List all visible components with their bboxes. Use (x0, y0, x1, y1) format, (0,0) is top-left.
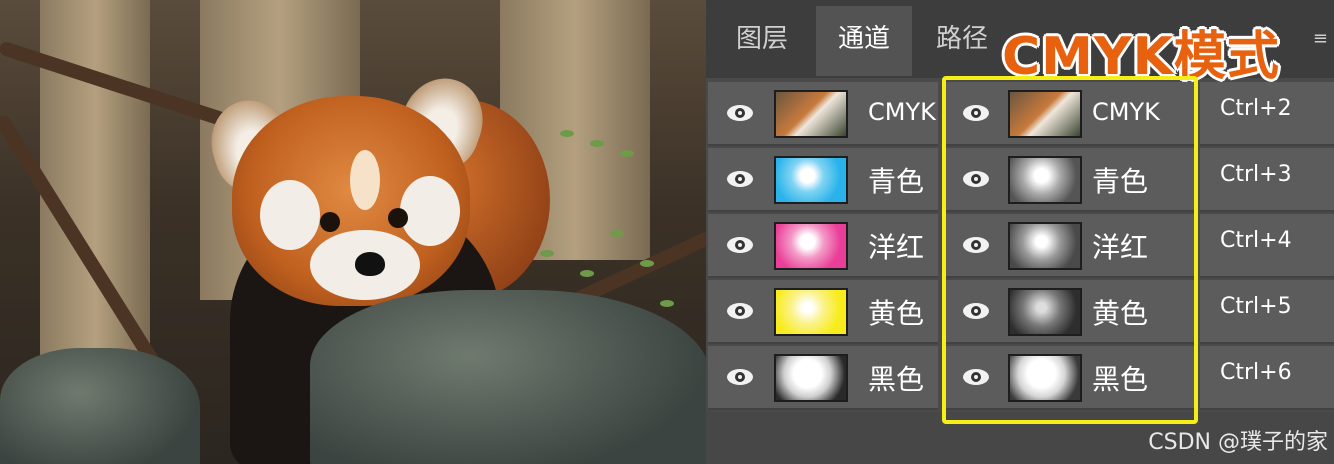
shortcut-label: Ctrl+3 (1220, 162, 1292, 187)
channel-item-black-gray[interactable]: 黑色 (942, 346, 1196, 410)
thumbnail-magenta-gray (1008, 222, 1082, 270)
channel-item-magenta-color[interactable]: 洋红 (708, 214, 938, 278)
thumbnail-yellow (774, 288, 848, 336)
channel-row-composite: CMYK CMYK Ctrl+2 (706, 82, 1334, 146)
eye-icon[interactable] (962, 236, 990, 254)
channel-row-yellow: 黄色 黄色 Ctrl+5 (706, 280, 1334, 344)
shortcut-cell: Ctrl+5 (1200, 280, 1334, 344)
shortcut-cell: Ctrl+4 (1200, 214, 1334, 278)
tab-paths[interactable]: 路径 (914, 6, 1010, 76)
channel-row-magenta: 洋红 洋红 Ctrl+4 (706, 214, 1334, 278)
thumbnail-cyan-gray (1008, 156, 1082, 204)
eye-icon[interactable] (726, 302, 754, 320)
shortcut-label: Ctrl+6 (1220, 360, 1292, 385)
channel-item-yellow-color[interactable]: 黄色 (708, 280, 938, 344)
eye-icon[interactable] (962, 368, 990, 386)
channel-label: 黄色 (868, 297, 925, 330)
channel-item-cyan-gray[interactable]: 青色 (942, 148, 1196, 212)
channel-label: 洋红 (1092, 231, 1149, 264)
thumbnail-yellow-gray (1008, 288, 1082, 336)
thumbnail-composite (1008, 90, 1082, 138)
eye-icon[interactable] (962, 104, 990, 122)
shortcut-cell: Ctrl+2 (1200, 82, 1334, 146)
channel-item-black-color[interactable]: 黑色 (708, 346, 938, 410)
red-panda-photo (0, 0, 706, 464)
eye-icon[interactable] (962, 170, 990, 188)
thumbnail-black (774, 354, 848, 402)
channel-item-cyan-color[interactable]: 青色 (708, 148, 938, 212)
channel-item-composite-gray[interactable]: CMYK (942, 82, 1196, 146)
shortcut-cell: Ctrl+6 (1200, 346, 1334, 410)
channel-row-black: 黑色 黑色 Ctrl+6 (706, 346, 1334, 410)
shortcut-label: Ctrl+2 (1220, 96, 1292, 121)
channel-item-magenta-gray[interactable]: 洋红 (942, 214, 1196, 278)
channel-label: CMYK (868, 98, 936, 126)
channel-row-cyan: 青色 青色 Ctrl+3 (706, 148, 1334, 212)
eye-icon[interactable] (726, 368, 754, 386)
channel-label: 洋红 (868, 231, 925, 264)
channels-panel: 图层 通道 路径 ≡ CMYK模式 CMYK CMYK Ctrl+2 青色 青色… (706, 0, 1334, 464)
eye-icon[interactable] (962, 302, 990, 320)
shortcut-label: Ctrl+5 (1220, 294, 1292, 319)
watermark: CSDN @璞子的家 (1148, 430, 1328, 455)
thumbnail-black-gray (1008, 354, 1082, 402)
channel-label: 青色 (1092, 165, 1149, 198)
channel-item-yellow-gray[interactable]: 黄色 (942, 280, 1196, 344)
channel-label: 黑色 (868, 363, 925, 396)
channel-label: 黑色 (1092, 363, 1149, 396)
tab-channels[interactable]: 通道 (816, 6, 912, 76)
tab-layers[interactable]: 图层 (710, 6, 814, 76)
mode-title: CMYK模式 (1002, 27, 1280, 87)
hamburger-menu-icon[interactable]: ≡ (1313, 28, 1328, 49)
channel-label: 黄色 (1092, 297, 1149, 330)
shortcut-cell: Ctrl+3 (1200, 148, 1334, 212)
thumbnail-composite (774, 90, 848, 138)
eye-icon[interactable] (726, 104, 754, 122)
shortcut-label: Ctrl+4 (1220, 228, 1292, 253)
thumbnail-magenta (774, 222, 848, 270)
eye-icon[interactable] (726, 170, 754, 188)
channel-item-composite-color[interactable]: CMYK (708, 82, 938, 146)
thumbnail-cyan (774, 156, 848, 204)
channel-label: CMYK (1092, 98, 1160, 126)
eye-icon[interactable] (726, 236, 754, 254)
channel-label: 青色 (868, 165, 925, 198)
